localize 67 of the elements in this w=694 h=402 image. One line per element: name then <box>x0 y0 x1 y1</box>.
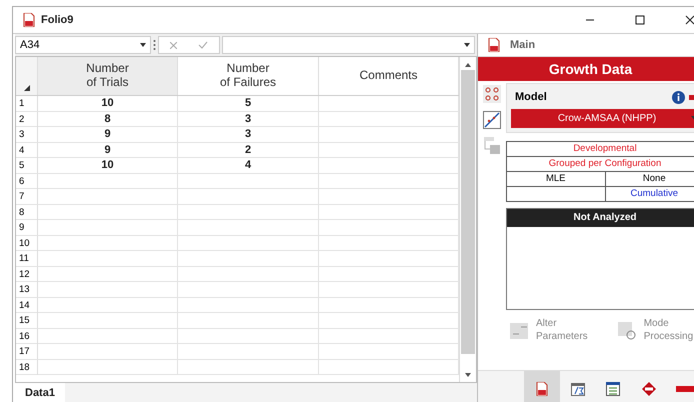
cell-reference-field[interactable]: A34 <box>15 36 151 54</box>
check-icon[interactable] <box>198 41 208 49</box>
row-number: 18 <box>16 360 38 374</box>
column-header[interactable]: Number of Failures <box>178 57 319 95</box>
row-number: 17 <box>16 344 38 359</box>
table-cell: 9 <box>38 127 178 142</box>
row-number: 9 <box>16 220 38 235</box>
row-number: 4 <box>16 142 38 158</box>
row-number: 1 <box>16 96 38 111</box>
row-number: 10 <box>16 236 38 250</box>
method-option[interactable]: MLE <box>507 172 604 187</box>
toolbar-button[interactable] <box>524 371 560 402</box>
column-header[interactable]: Number of Trials <box>38 57 178 95</box>
table-cell: 10 <box>38 158 178 173</box>
formula-field[interactable] <box>222 36 475 54</box>
scroll-up-icon[interactable] <box>465 63 471 67</box>
diamond-icon <box>642 382 656 396</box>
close-icon[interactable] <box>685 15 694 25</box>
action-link[interactable]: Mode Processing <box>644 318 694 343</box>
bar-icon <box>676 386 694 392</box>
grip-icon <box>153 39 156 51</box>
table-cell: 3 <box>178 127 319 142</box>
row-number: 15 <box>16 313 38 328</box>
row-number: 11 <box>16 251 38 266</box>
panel-title: Main <box>510 39 536 51</box>
document-icon <box>536 382 548 396</box>
document-icon <box>488 38 500 52</box>
sheet-tab[interactable]: Data1 <box>15 383 65 402</box>
table-cell: 2 <box>178 142 319 158</box>
scrollbar[interactable] <box>459 57 476 382</box>
grouping-option[interactable]: Grouped per Configuration <box>507 157 694 172</box>
results-status: Not Analyzed <box>507 209 694 227</box>
row-number: 7 <box>16 189 38 204</box>
data-type-option[interactable]: Developmental <box>507 142 694 157</box>
table-cell: 4 <box>178 158 319 173</box>
formula-icon <box>570 382 585 396</box>
mode-option[interactable]: Cumulative <box>604 187 694 201</box>
panel-heading: Growth Data <box>478 57 694 81</box>
row-number: 14 <box>16 298 38 312</box>
plot-icon[interactable] <box>483 111 501 129</box>
row-number: 8 <box>16 204 38 220</box>
dropdown-icon <box>140 43 146 47</box>
row-number: 6 <box>16 174 38 188</box>
row-number: 12 <box>16 266 38 282</box>
table-cell: 3 <box>178 112 319 126</box>
row-number: 2 <box>16 112 38 126</box>
dropdown-icon <box>464 43 470 47</box>
table-cell: 10 <box>38 96 178 111</box>
table-cell: 9 <box>38 142 178 158</box>
table-cell: 8 <box>38 112 178 126</box>
table-cell: 5 <box>178 96 319 111</box>
model-label: Model <box>514 91 547 103</box>
maximize-icon[interactable] <box>635 15 645 25</box>
model-dropdown[interactable]: Crow-AMSAA (NHPP) <box>511 109 694 128</box>
action-link[interactable]: Alter Parameters <box>536 318 588 343</box>
select-all-icon[interactable] <box>24 85 30 91</box>
row-number: 16 <box>16 328 38 344</box>
document-icon <box>23 13 35 27</box>
row-number: 3 <box>16 127 38 142</box>
scroll-down-icon[interactable] <box>465 373 471 377</box>
window-title: Folio9 <box>41 14 74 26</box>
row-number: 13 <box>16 282 38 297</box>
scroll-thumb[interactable] <box>461 70 475 354</box>
info-icon[interactable] <box>672 90 685 104</box>
bounds-option[interactable]: None <box>604 172 694 187</box>
row-number: 5 <box>16 158 38 173</box>
checklist-icon <box>606 382 620 396</box>
